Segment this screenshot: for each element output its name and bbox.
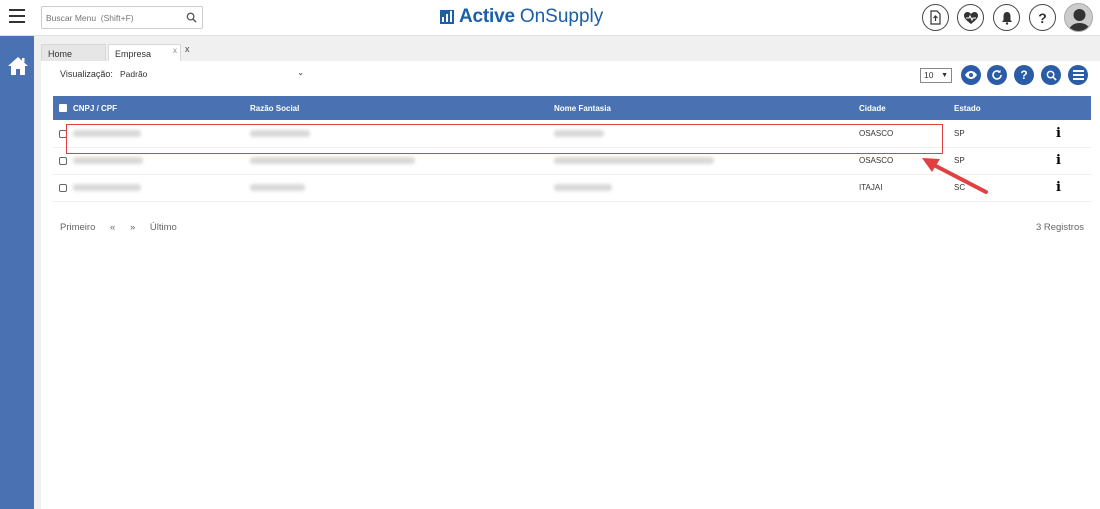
close-all-tabs-icon[interactable]: x <box>185 44 190 54</box>
tab-empresa[interactable]: Empresa x <box>108 44 181 61</box>
redacted-cnpj <box>73 184 141 192</box>
tab-home[interactable]: Home <box>41 44 106 61</box>
refresh-icon[interactable] <box>987 65 1007 85</box>
tab-close-icon[interactable]: x <box>173 46 177 55</box>
app-logo: Active OnSupply <box>440 5 603 29</box>
pager-first[interactable]: Primeiro <box>60 222 95 233</box>
row-checkbox[interactable] <box>59 156 67 165</box>
column-header[interactable]: Razão Social <box>250 96 554 120</box>
search-icon[interactable] <box>186 12 197 23</box>
column-header[interactable]: Cidade <box>859 96 954 120</box>
view-label: Visualização: <box>60 69 113 79</box>
hamburger-menu-icon[interactable] <box>9 9 25 25</box>
chevron-down-icon: ⌄ <box>297 68 304 77</box>
heart-pulse-icon[interactable] <box>957 4 984 31</box>
info-icon[interactable]: i <box>1056 180 1061 195</box>
tab-home-label: Home <box>48 49 73 59</box>
column-header[interactable]: Nome Fantasia <box>554 96 859 120</box>
search-menu-field[interactable] <box>41 6 203 29</box>
row-checkbox[interactable] <box>59 183 67 192</box>
top-bar: Active OnSupply ? <box>0 0 1100 36</box>
select-all-checkbox[interactable] <box>59 104 67 113</box>
help-icon[interactable]: ? <box>1014 65 1034 85</box>
record-count: 3 Registros <box>1035 222 1084 233</box>
chevron-down-icon: ▼ <box>941 72 948 79</box>
view-select-value: Padrão <box>120 69 148 79</box>
annotation-highlight-box <box>66 124 943 154</box>
info-icon[interactable]: i <box>1056 153 1061 168</box>
pager-prev[interactable]: « <box>110 222 115 233</box>
logo-text-bold: Active <box>459 6 515 27</box>
table-header-row: CNPJ / CPF Razão Social Nome Fantasia Ci… <box>53 96 1091 120</box>
search-input[interactable] <box>42 7 177 28</box>
redacted-nome-fantasia <box>554 157 714 165</box>
help-icon[interactable]: ? <box>1029 4 1056 31</box>
home-icon[interactable] <box>7 56 29 76</box>
redacted-razao-social <box>250 184 305 192</box>
sidebar <box>0 36 34 509</box>
redacted-razao-social <box>250 157 415 165</box>
search-icon[interactable] <box>1041 65 1061 85</box>
menu-icon[interactable] <box>1068 65 1088 85</box>
pager-next[interactable]: » <box>130 222 135 233</box>
eye-icon[interactable] <box>961 65 981 85</box>
page-size-value: 10 <box>924 70 934 80</box>
page-size-select[interactable]: 10 ▼ <box>920 68 952 83</box>
redacted-nome-fantasia <box>554 184 612 192</box>
pagination: Primeiro « » Último <box>60 222 189 233</box>
logo-text-light: OnSupply <box>519 6 604 27</box>
user-avatar-icon[interactable] <box>1064 3 1093 32</box>
redacted-cnpj <box>73 157 143 165</box>
tab-empresa-label: Empresa <box>115 49 152 59</box>
upload-doc-icon[interactable] <box>922 4 949 31</box>
view-select[interactable]: Padrão ⌄ <box>120 68 304 79</box>
logo-chart-icon <box>440 10 454 24</box>
tab-bar: Home Empresa x x <box>34 36 1100 61</box>
estado-cell: SP <box>954 120 1056 148</box>
column-header[interactable]: CNPJ / CPF <box>73 96 250 120</box>
bell-icon[interactable] <box>993 4 1020 31</box>
info-icon[interactable]: i <box>1056 126 1061 141</box>
pager-last[interactable]: Último <box>150 222 177 233</box>
annotation-arrow <box>922 158 988 194</box>
column-header[interactable]: Estado <box>954 96 1056 120</box>
